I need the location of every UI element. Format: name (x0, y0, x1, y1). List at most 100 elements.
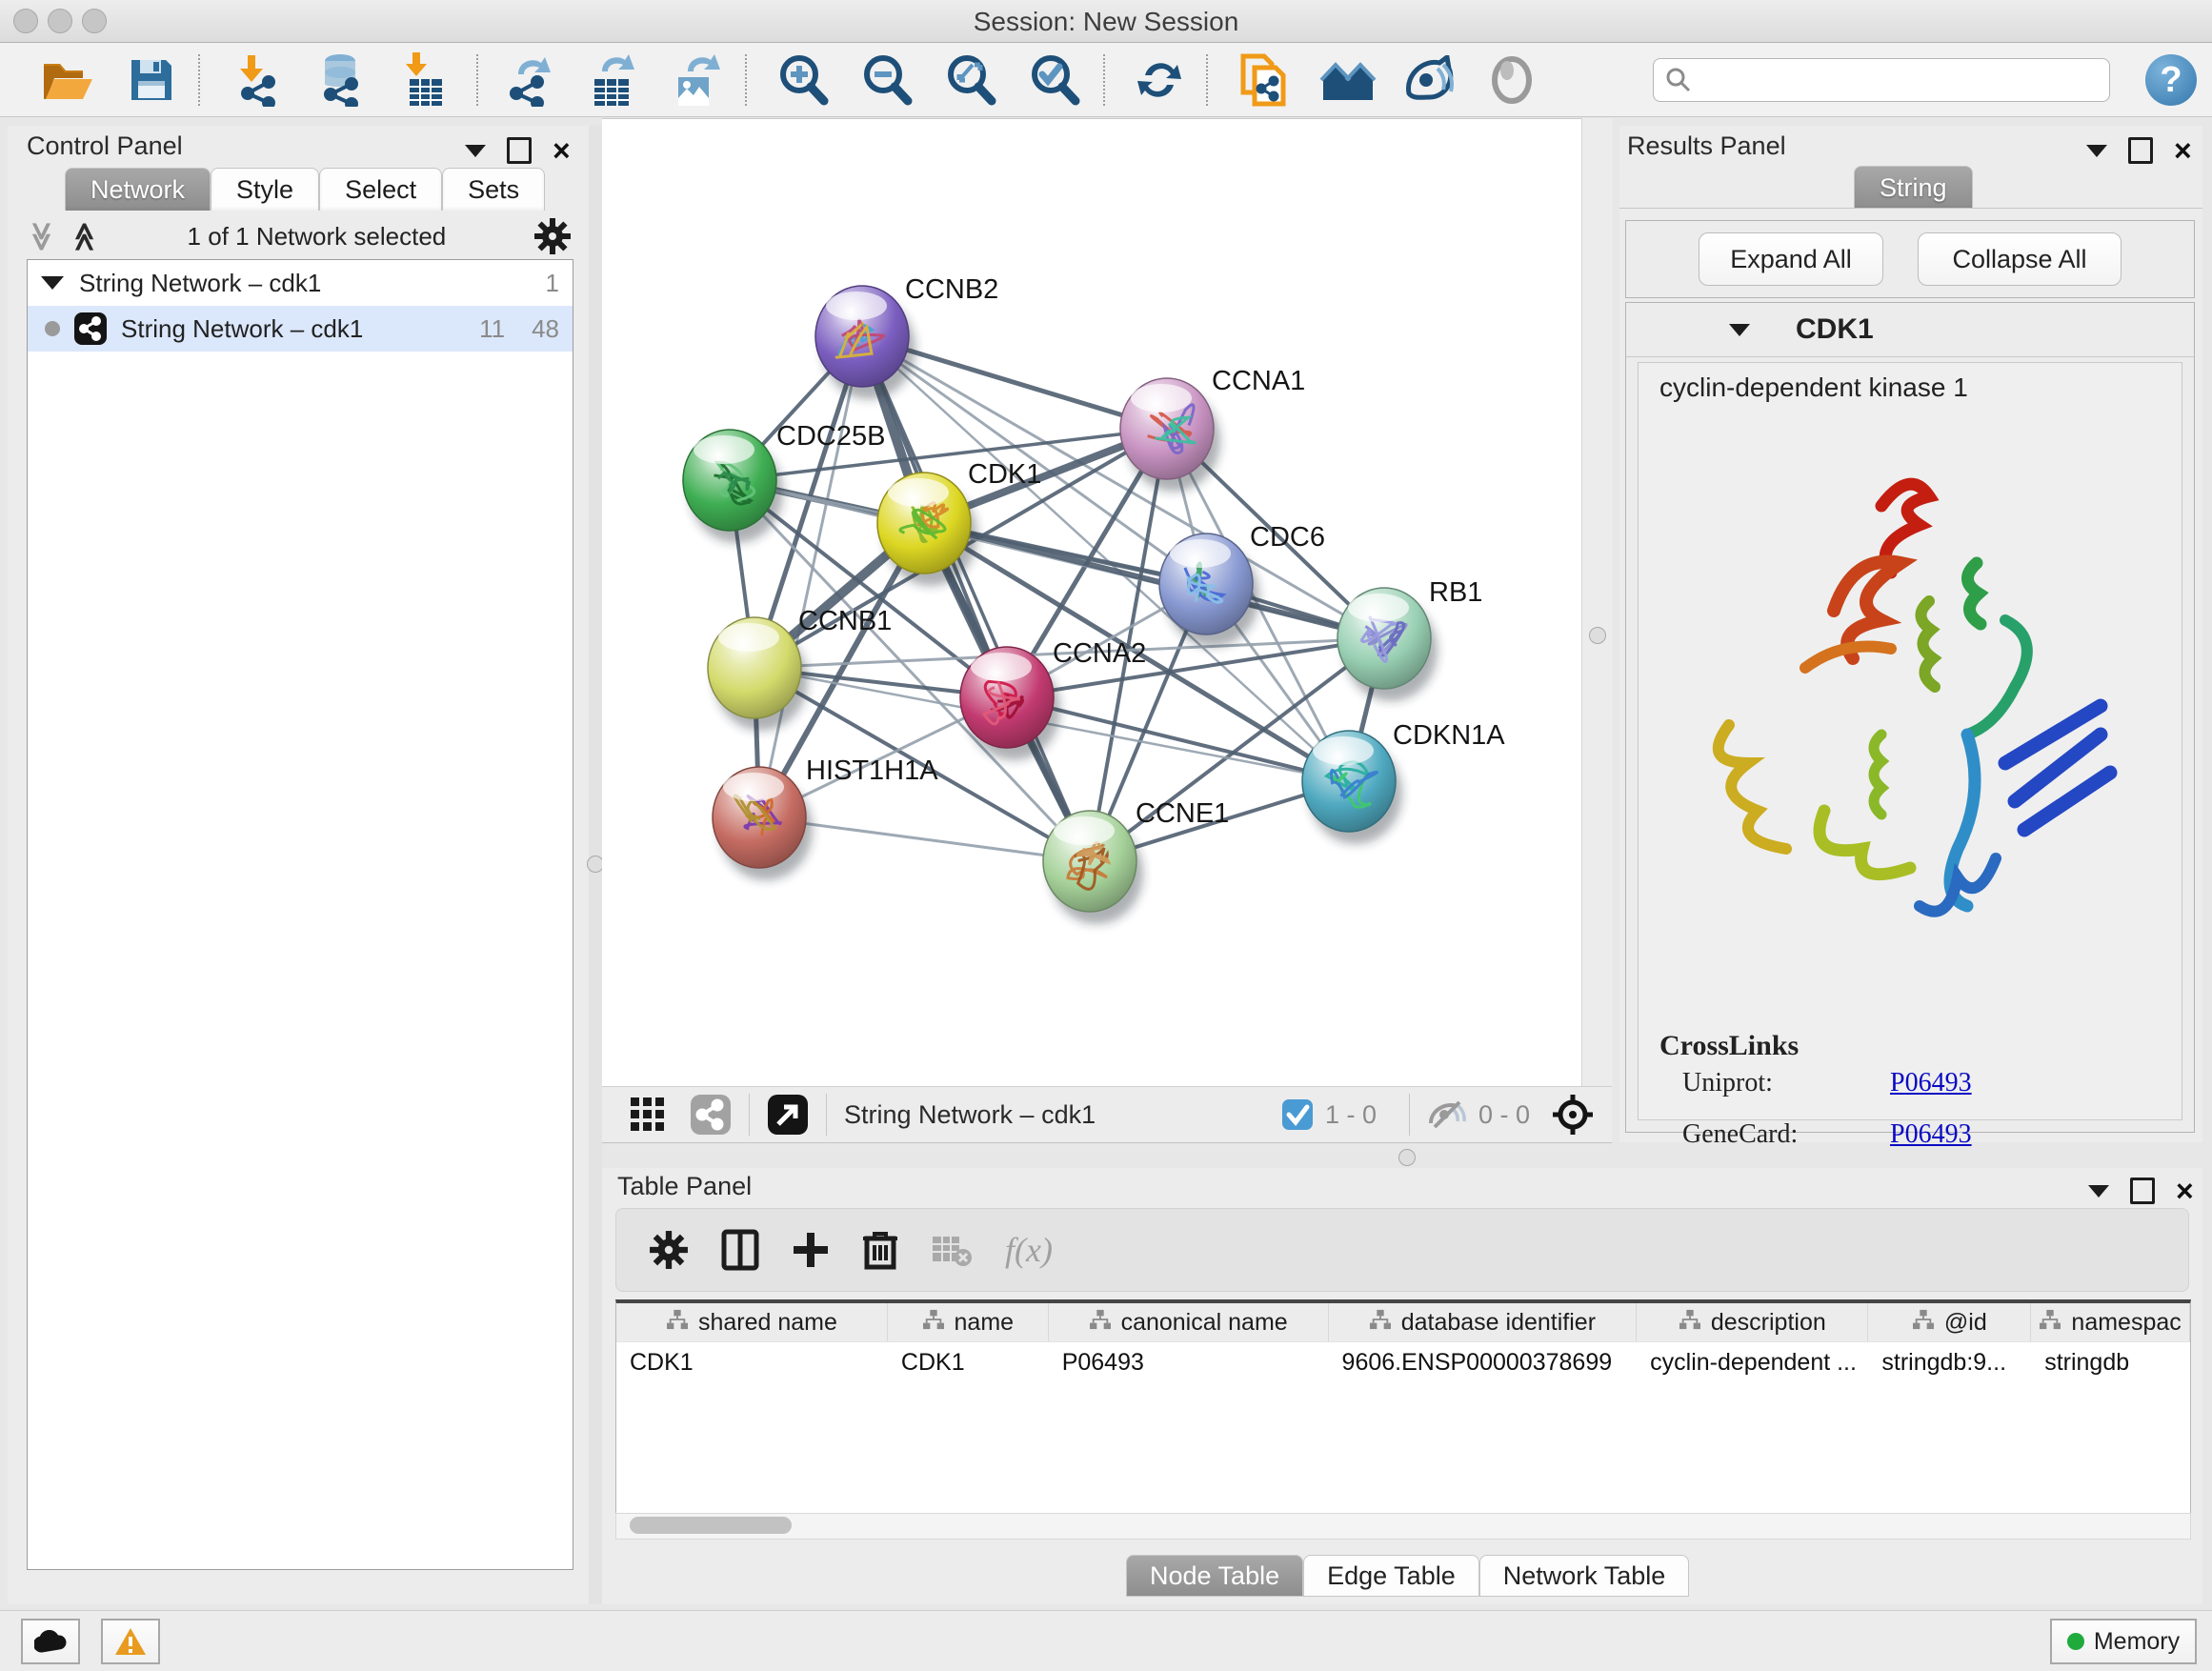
add-column-icon[interactable] (792, 1231, 830, 1269)
table-hscrollbar[interactable] (615, 1513, 2191, 1540)
network-node-cdk1[interactable]: CDK1 (877, 459, 1041, 586)
zoom-selected-icon[interactable] (1025, 52, 1084, 108)
delete-column-icon[interactable] (862, 1229, 898, 1271)
crosslink-value-link[interactable]: P06493 (1890, 1119, 1972, 1150)
panel-menu-icon[interactable] (2088, 1185, 2109, 1198)
collapse-all-button[interactable]: Collapse All (1918, 232, 2122, 286)
zoom-fit-icon[interactable] (941, 52, 1000, 108)
memory-button[interactable]: Memory (2050, 1619, 2197, 1664)
crosshair-icon[interactable] (1551, 1093, 1595, 1137)
crosslink-value-link[interactable]: P06493 (1890, 1068, 1972, 1098)
right-splitter-handle[interactable] (1589, 627, 1606, 644)
birdseye-home-icon[interactable] (1318, 52, 1377, 108)
network-node-cdc6[interactable]: CDC6 (1159, 522, 1325, 647)
export-image-icon[interactable] (667, 52, 726, 108)
open-session-icon[interactable] (38, 52, 97, 108)
tab-edge-table[interactable]: Edge Table (1303, 1555, 1479, 1597)
right-splitter[interactable] (1581, 118, 1613, 1086)
panel-float-icon[interactable] (2128, 137, 2153, 164)
search-field[interactable] (1692, 65, 2096, 96)
network-tree-root-row[interactable]: String Network – cdk1 1 (28, 260, 573, 306)
network-canvas[interactable]: CCNB2CCNA1CDC25BCDK1CDC6RB1CCNB1CCNA2CDK… (602, 118, 1581, 1087)
table-cell[interactable]: P06493 (1049, 1342, 1329, 1382)
left-splitter[interactable] (589, 126, 602, 1604)
network-tree-child-row[interactable]: String Network – cdk1 11 48 (28, 306, 573, 352)
panel-close-icon[interactable]: × (2174, 140, 2192, 161)
network-node-ccne1[interactable]: CCNE1 (1043, 798, 1229, 924)
zoom-in-icon[interactable] (774, 52, 833, 108)
clone-network-icon[interactable] (1235, 52, 1294, 108)
protein-card-header[interactable]: CDK1 (1626, 303, 2194, 357)
expand-all-button[interactable]: Expand All (1699, 232, 1883, 286)
network-graph[interactable]: CCNB2CCNA1CDC25BCDK1CDC6RB1CCNB1CCNA2CDK… (602, 119, 1581, 1087)
selected-nodes-checkbox-icon[interactable] (1281, 1098, 1314, 1131)
network-node-rb1[interactable]: RB1 (1337, 577, 1482, 701)
save-session-icon[interactable] (122, 52, 181, 108)
column-type-icon (1089, 1309, 1112, 1337)
network-share-icon[interactable] (690, 1094, 732, 1136)
panel-menu-icon[interactable] (465, 145, 486, 157)
cloud-status-button[interactable] (21, 1619, 80, 1664)
table-hscrollbar-thumb[interactable] (630, 1517, 792, 1534)
panel-close-icon[interactable]: × (2176, 1180, 2194, 1201)
delete-table-icon[interactable] (931, 1233, 973, 1267)
grid-view-icon[interactable] (629, 1096, 667, 1134)
column-header-description[interactable]: description (1637, 1303, 1868, 1341)
table-cell[interactable]: 9606.ENSP00000378699 (1329, 1342, 1638, 1382)
column-header-canonical-name[interactable]: canonical name (1049, 1303, 1329, 1341)
results-tab-string[interactable]: String (1854, 166, 1973, 209)
warnings-button[interactable] (101, 1619, 160, 1664)
column-header-database-identifier[interactable]: database identifier (1329, 1303, 1638, 1341)
tab-select[interactable]: Select (319, 168, 442, 211)
network-status-dot (45, 321, 60, 336)
table-row[interactable]: CDK1CDK1P064939606.ENSP00000378699cyclin… (616, 1341, 2190, 1382)
panel-menu-icon[interactable] (2086, 145, 2107, 157)
refresh-layout-icon[interactable] (1130, 52, 1189, 108)
panel-close-icon[interactable]: × (553, 140, 571, 161)
expand-all-networks-icon[interactable]: ≫ (25, 221, 58, 251)
export-table-icon[interactable] (583, 52, 642, 108)
birdseye-view-icon[interactable] (767, 1094, 809, 1136)
table-settings-gear-icon[interactable] (649, 1230, 689, 1270)
function-builder-icon[interactable]: f(x) (1005, 1230, 1053, 1270)
panel-float-icon[interactable] (2130, 1178, 2155, 1204)
column-header-shared-name[interactable]: shared name (616, 1303, 888, 1341)
show-glass-icon[interactable] (1482, 52, 1541, 108)
import-table-icon[interactable] (394, 52, 453, 108)
tab-node-table[interactable]: Node Table (1126, 1555, 1303, 1597)
column-header--id[interactable]: @id (1868, 1303, 2031, 1341)
show-columns-icon[interactable] (721, 1229, 759, 1271)
horizontal-splitter-handle[interactable] (1398, 1149, 1416, 1166)
node-table[interactable]: shared namenamecanonical namedatabase id… (615, 1299, 2191, 1516)
zoom-out-icon[interactable] (857, 52, 916, 108)
tab-network-table[interactable]: Network Table (1479, 1555, 1690, 1597)
tab-sets[interactable]: Sets (442, 168, 545, 211)
table-cell[interactable]: stringdb (2031, 1342, 2190, 1382)
help-button[interactable]: ? (2145, 54, 2197, 106)
collapse-all-networks-icon[interactable]: ≫ (69, 221, 102, 251)
network-edge[interactable] (759, 336, 862, 817)
network-node-ccnb2[interactable]: CCNB2 (815, 274, 998, 399)
selection-status: 1 of 1 Network selected (100, 222, 533, 252)
network-node-ccnb1[interactable]: CCNB1 (708, 606, 892, 731)
network-options-gear-icon[interactable] (533, 217, 572, 255)
column-header-namespac[interactable]: namespac (2031, 1303, 2190, 1341)
column-header-name[interactable]: name (888, 1303, 1049, 1341)
panel-float-icon[interactable] (507, 137, 532, 164)
tab-network[interactable]: Network (65, 168, 211, 211)
search-input[interactable] (1653, 58, 2110, 102)
import-database-icon[interactable] (311, 52, 370, 108)
tree-expander-icon[interactable] (41, 276, 64, 290)
crosslink-label: GeneCard: (1682, 1119, 1890, 1150)
network-node-cdkn1a[interactable]: CDKN1A (1302, 720, 1505, 844)
table-cell[interactable]: cyclin-dependent ... (1637, 1342, 1868, 1382)
table-cell[interactable]: stringdb:9... (1868, 1342, 2031, 1382)
collapse-protein-icon[interactable] (1729, 324, 1750, 336)
tab-style[interactable]: Style (211, 168, 319, 211)
hide-panels-icon[interactable] (1400, 52, 1459, 108)
import-network-icon[interactable] (229, 52, 288, 108)
table-cell[interactable]: CDK1 (616, 1342, 888, 1382)
table-cell[interactable]: CDK1 (888, 1342, 1049, 1382)
network-node-hist1h1a[interactable]: HIST1H1A (713, 755, 938, 880)
export-network-icon[interactable] (501, 52, 560, 108)
